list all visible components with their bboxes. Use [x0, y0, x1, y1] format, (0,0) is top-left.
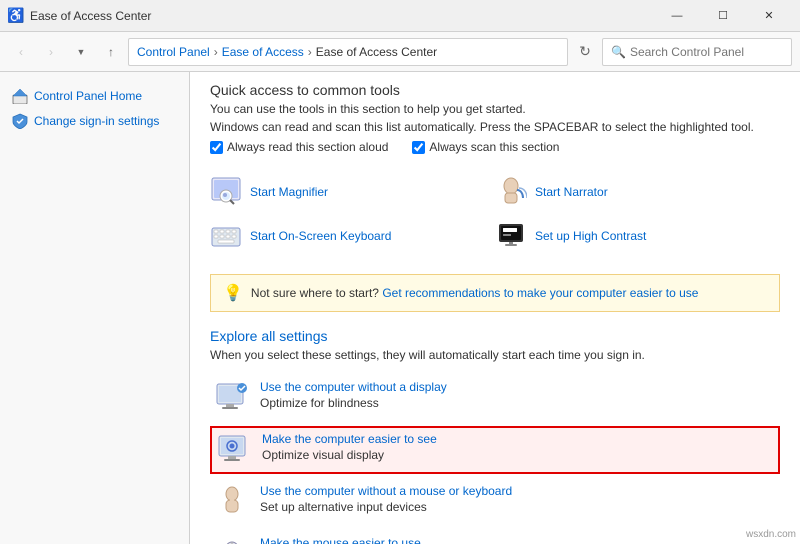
search-input[interactable]: [630, 45, 785, 59]
home-icon: [12, 88, 28, 104]
back-button[interactable]: ‹: [8, 39, 34, 65]
title-bar: ♿ Ease of Access Center — ☐ ✕: [0, 0, 800, 32]
tip-banner: 💡 Not sure where to start? Get recommend…: [210, 274, 780, 312]
easier-see-sub: Optimize visual display: [262, 448, 437, 462]
content-area: Quick access to common tools You can use…: [190, 72, 800, 544]
scan-checkbox[interactable]: [412, 141, 425, 154]
maximize-button[interactable]: ☐: [700, 0, 746, 32]
setting-no-display[interactable]: Use the computer without a display Optim…: [210, 374, 780, 422]
tool-narrator[interactable]: Start Narrator: [495, 170, 780, 214]
checkboxes-row: Always read this section aloud Always sc…: [210, 140, 780, 154]
quick-access-title: Quick access to common tools: [210, 82, 780, 98]
search-box: 🔍: [602, 38, 792, 66]
search-icon: 🔍: [611, 45, 626, 59]
checkbox-scan[interactable]: Always scan this section: [412, 140, 559, 154]
easier-see-link[interactable]: Make the computer easier to see: [262, 432, 437, 446]
main-layout: Control Panel Home Change sign-in settin…: [0, 72, 800, 544]
quick-access-desc1: You can use the tools in this section to…: [210, 102, 780, 116]
no-display-icon: [214, 380, 250, 416]
quick-access-section: Quick access to common tools You can use…: [190, 72, 800, 170]
no-display-link[interactable]: Use the computer without a display: [260, 380, 447, 394]
setting-mouse-easier[interactable]: Make the mouse easier to use Adjust sett…: [210, 530, 780, 544]
sidebar-item-home[interactable]: Control Panel Home: [0, 84, 189, 109]
recent-button[interactable]: ▼: [68, 39, 94, 65]
title-bar-controls: — ☐ ✕: [654, 0, 792, 32]
read-aloud-checkbox[interactable]: [210, 141, 223, 154]
magnifier-icon: [210, 176, 242, 208]
no-mouse-link[interactable]: Use the computer without a mouse or keyb…: [260, 484, 512, 498]
sidebar-item-signin[interactable]: Change sign-in settings: [0, 109, 189, 134]
tool-magnifier[interactable]: Start Magnifier: [210, 170, 495, 214]
mouse-easier-icon: [214, 536, 250, 544]
app-icon: ♿: [8, 8, 24, 24]
sidebar: Control Panel Home Change sign-in settin…: [0, 72, 190, 544]
close-button[interactable]: ✕: [746, 0, 792, 32]
no-display-text: Use the computer without a display Optim…: [260, 380, 447, 410]
no-mouse-icon: [214, 484, 250, 520]
breadcrumb: Control Panel › Ease of Access › Ease of…: [128, 38, 568, 66]
contrast-label: Set up High Contrast: [535, 229, 646, 243]
explore-title[interactable]: Explore all settings: [210, 328, 780, 344]
tools-grid: Start Magnifier Start Narrator: [190, 170, 800, 258]
mouse-easier-link[interactable]: Make the mouse easier to use: [260, 536, 549, 544]
explore-desc: When you select these settings, they wil…: [210, 348, 780, 362]
tool-contrast[interactable]: Set up High Contrast: [495, 214, 780, 258]
narrator-label: Start Narrator: [535, 185, 608, 199]
breadcrumb-control-panel[interactable]: Control Panel: [137, 45, 210, 59]
forward-button[interactable]: ›: [38, 39, 64, 65]
title-bar-text: Ease of Access Center: [30, 9, 654, 23]
setting-no-mouse[interactable]: Use the computer without a mouse or keyb…: [210, 478, 780, 526]
quick-access-desc2: Windows can read and scan this list auto…: [210, 120, 780, 134]
mouse-easier-text: Make the mouse easier to use Adjust sett…: [260, 536, 549, 544]
explore-section: Explore all settings When you select the…: [190, 328, 800, 544]
up-button[interactable]: ↑: [98, 39, 124, 65]
easier-see-text: Make the computer easier to see Optimize…: [262, 432, 437, 462]
checkbox-read-aloud[interactable]: Always read this section aloud: [210, 140, 388, 154]
shield-icon: [12, 113, 28, 129]
no-display-sub: Optimize for blindness: [260, 396, 447, 410]
no-mouse-text: Use the computer without a mouse or keyb…: [260, 484, 512, 514]
tip-icon: 💡: [223, 283, 243, 303]
minimize-button[interactable]: —: [654, 0, 700, 32]
sidebar-signin-label: Change sign-in settings: [34, 113, 159, 130]
narrator-icon: [495, 176, 527, 208]
watermark: wsxdn.com: [746, 529, 796, 540]
contrast-icon: [495, 220, 527, 252]
no-mouse-sub: Set up alternative input devices: [260, 500, 512, 514]
tool-keyboard[interactable]: Start On-Screen Keyboard: [210, 214, 495, 258]
tip-text: Not sure where to start? Get recommendat…: [251, 286, 699, 300]
tip-link[interactable]: Get recommendations to make your compute…: [382, 286, 698, 300]
breadcrumb-ease-of-access[interactable]: Ease of Access: [222, 45, 304, 59]
address-bar: ‹ › ▼ ↑ Control Panel › Ease of Access ›…: [0, 32, 800, 72]
keyboard-icon: [210, 220, 242, 252]
setting-easier-see[interactable]: Make the computer easier to see Optimize…: [210, 426, 780, 474]
breadcrumb-current: Ease of Access Center: [316, 45, 437, 59]
sidebar-home-label: Control Panel Home: [34, 88, 142, 105]
easier-see-icon: [216, 432, 252, 468]
magnifier-label: Start Magnifier: [250, 185, 328, 199]
keyboard-label: Start On-Screen Keyboard: [250, 229, 391, 243]
refresh-button[interactable]: ↻: [572, 39, 598, 65]
